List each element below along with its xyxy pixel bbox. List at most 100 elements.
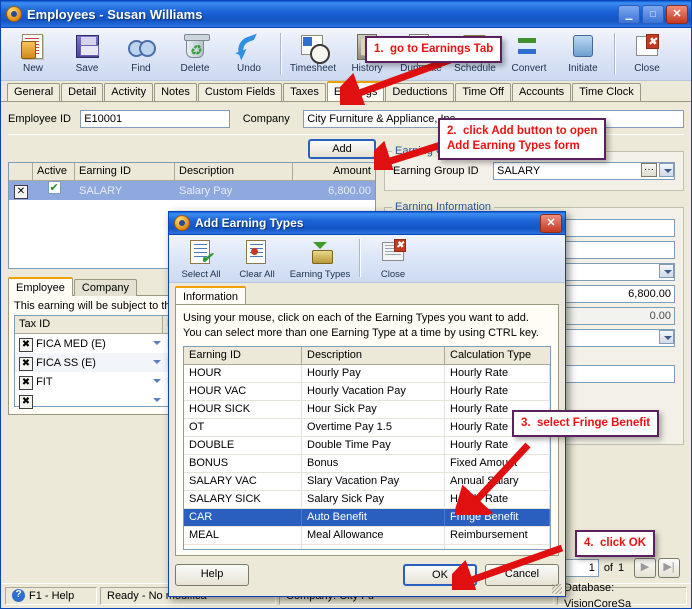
maximize-icon: □: [650, 8, 656, 19]
dialog-tab-information[interactable]: Information: [175, 286, 247, 305]
cancel-button[interactable]: Cancel: [485, 564, 559, 586]
tab-detail[interactable]: Detail: [61, 83, 104, 101]
delete-row-icon[interactable]: ✖: [19, 394, 33, 409]
dialog-body: Information Using your mouse, click on e…: [175, 286, 559, 556]
add-earning-button[interactable]: Add: [308, 139, 376, 159]
tax-row-id-cell[interactable]: ✖ FICA MED (E): [15, 335, 163, 353]
tab-deductions[interactable]: Deductions: [385, 83, 455, 101]
earning-types-grid-header: Earning ID Description Calculation Type: [184, 347, 550, 365]
active-checkbox[interactable]: [47, 181, 61, 197]
lookup-ellipsis-button[interactable]: ···: [641, 163, 657, 177]
last-record-button[interactable]: ▶|: [658, 558, 680, 578]
toolbar-button-convert[interactable]: Convert: [502, 31, 556, 79]
toolbar-label-delete: Delete: [180, 63, 210, 74]
tax-row-id-cell[interactable]: ✖ FIT: [15, 373, 163, 391]
tab-notes[interactable]: Notes: [154, 83, 197, 101]
table-row[interactable]: BONUS Bonus Fixed Amount: [184, 455, 550, 473]
record-current-field[interactable]: 1: [564, 559, 599, 577]
tab-general[interactable]: General: [7, 83, 61, 101]
dialog-close-button[interactable]: ✕: [540, 213, 562, 233]
tax-row-dropdown[interactable]: [153, 394, 161, 410]
tab-taxes[interactable]: Taxes: [283, 83, 326, 101]
tab-activity[interactable]: Activity: [104, 83, 154, 101]
company-label: Company: [242, 113, 290, 125]
etg-cell-calc: Fixed Amount: [445, 455, 550, 472]
table-row[interactable]: SALARY SICK Salary Sick Pay Hourly Rate: [184, 491, 550, 509]
table-row[interactable]: HOUR VAC Hourly Vacation Pay Hourly Rate: [184, 383, 550, 401]
screenshot-root: IONCORE Employees - Susan Williams – □ ✕: [0, 0, 692, 609]
table-row[interactable]: HOUR Hourly Pay Hourly Rate: [184, 365, 550, 383]
dialog-icon: [174, 215, 190, 231]
table-row[interactable]: SALARY VAC Slary Vacation Pay Annual Sal…: [184, 473, 550, 491]
subtab-employee[interactable]: Employee: [8, 277, 73, 296]
table-row[interactable]: DOUBLE Double Time Pay Hourly Rate: [184, 437, 550, 455]
toolbar-button-timesheet[interactable]: Timesheet: [286, 31, 340, 79]
toolbar-button-find[interactable]: Find: [114, 31, 168, 79]
tab-earnings[interactable]: Earnings: [326, 81, 385, 101]
earning-types-icon: [305, 238, 335, 268]
chevron-down-icon[interactable]: [659, 264, 674, 278]
chevron-down-icon[interactable]: [659, 163, 674, 177]
employee-id-field[interactable]: E10001: [80, 110, 230, 128]
dialog-title: Add Earning Types: [195, 216, 304, 230]
help-icon: ?: [12, 589, 25, 602]
earnings-col-active: Active: [33, 163, 75, 180]
earnings-col-description: Description: [175, 163, 293, 180]
dialog-instructions-line2: You can select more than one Earning Typ…: [183, 327, 539, 339]
tab-time-clock[interactable]: Time Clock: [572, 83, 641, 101]
earning-group-id-combo[interactable]: SALARY ···: [493, 162, 675, 180]
toolbar-button-delete[interactable]: Delete: [168, 31, 222, 79]
toolbar-button-new[interactable]: New: [6, 31, 60, 79]
table-row-empty[interactable]: [184, 545, 550, 549]
delete-row-icon[interactable]: ✖: [19, 375, 33, 390]
chevron-down-icon[interactable]: [659, 330, 674, 344]
tax-id-value: FICA MED (E): [36, 337, 106, 350]
tab-accounts[interactable]: Accounts: [511, 83, 572, 101]
toolbar-button-initiate[interactable]: Initiate: [556, 31, 610, 79]
toolbar-label-new: New: [22, 63, 43, 74]
toolbar-label-schedule: Schedule: [454, 63, 496, 74]
earning-types-grid[interactable]: Earning ID Description Calculation Type …: [183, 346, 551, 550]
row-delete-cell[interactable]: ✕: [9, 182, 33, 200]
table-row[interactable]: MEAL Meal Allowance Reimbursement: [184, 527, 550, 545]
dialog-button-select-all[interactable]: Select All: [173, 237, 229, 282]
toolbar-separator-1: [280, 33, 282, 75]
delete-row-icon[interactable]: ✖: [19, 337, 33, 352]
tax-row-dropdown[interactable]: [153, 375, 161, 391]
delete-row-icon[interactable]: ✕: [14, 184, 28, 199]
toolbar-button-save[interactable]: Save: [60, 31, 114, 79]
etg-cell-description: Auto Benefit: [302, 509, 445, 526]
dialog-information-panel: Using your mouse, click on each of the E…: [175, 304, 559, 556]
table-row[interactable]: OT Overtime Pay 1.5 Hourly Rate: [184, 419, 550, 437]
toolbar-label-convert: Convert: [511, 63, 547, 74]
next-record-button[interactable]: ▶: [634, 558, 656, 578]
record-of-label: of: [603, 562, 613, 574]
table-row[interactable]: HOUR SICK Hour Sick Pay Hourly Rate: [184, 401, 550, 419]
toolbar-button-undo[interactable]: Undo: [222, 31, 276, 79]
close-button[interactable]: ✕: [666, 4, 688, 24]
tax-row-id-cell[interactable]: ✖: [15, 392, 163, 410]
dialog-button-earning-types[interactable]: Earning Types: [285, 237, 355, 282]
etg-cell-calc: Hourly Rate: [445, 383, 550, 400]
minimize-button[interactable]: –: [618, 4, 640, 26]
status-help-cell[interactable]: ? F1 - Help: [5, 586, 97, 605]
tab-time-off[interactable]: Time Off: [455, 83, 511, 101]
maximize-button[interactable]: □: [642, 4, 664, 24]
tab-custom-fields[interactable]: Custom Fields: [197, 83, 283, 101]
dialog-button-clear-all[interactable]: Clear All: [229, 237, 285, 282]
row-active-cell[interactable]: [33, 181, 75, 200]
tax-row-dropdown[interactable]: [153, 337, 161, 353]
earning-group-id-label: Earning Group ID: [393, 165, 479, 177]
table-row[interactable]: ✕ SALARY Salary Pay 6,800.00: [9, 181, 375, 200]
tax-row-id-cell[interactable]: ✖ FICA SS (E): [15, 354, 163, 372]
help-button[interactable]: Help: [175, 564, 249, 586]
dialog-button-close[interactable]: Close: [365, 237, 421, 282]
ok-button[interactable]: OK: [403, 564, 477, 586]
delete-row-icon[interactable]: ✖: [19, 356, 33, 371]
tax-row-dropdown[interactable]: [153, 356, 161, 372]
toolbar-button-close[interactable]: Close: [620, 31, 674, 79]
row-amount: 6,800.00: [328, 184, 371, 197]
resize-grip[interactable]: [552, 584, 562, 594]
subtab-company[interactable]: Company: [73, 279, 137, 296]
table-row-selected[interactable]: CAR Auto Benefit Fringe Benefit: [184, 509, 550, 527]
